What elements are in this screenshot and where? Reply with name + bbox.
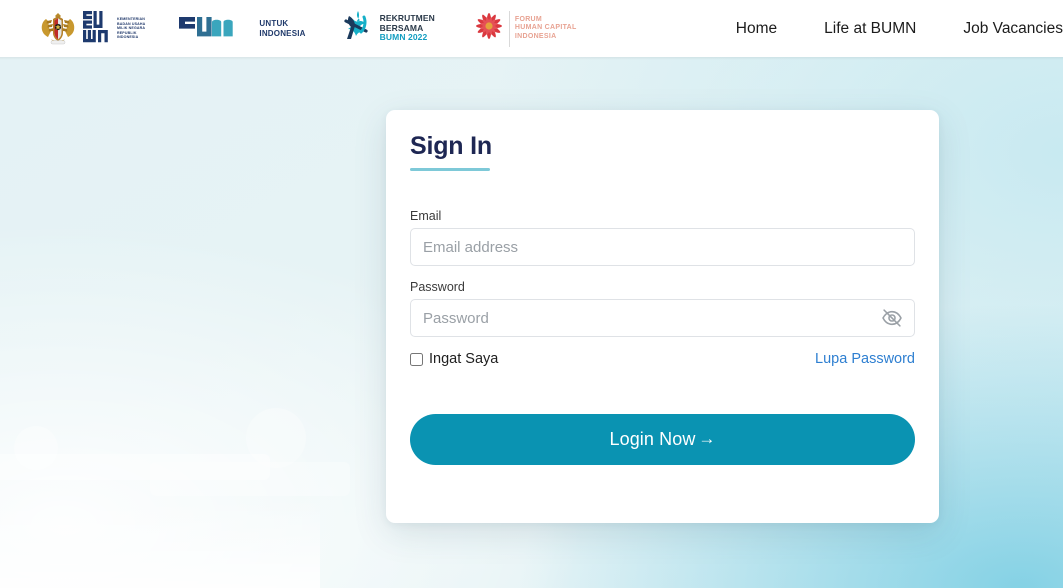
forum-human-capital-indonesia-logo[interactable]: FORUM HUMAN CAPITAL INDONESIA xyxy=(469,6,577,51)
rekrutmen-bersama-bumn-logo[interactable]: REKRUTMEN BERSAMA BUMN 2022 xyxy=(340,9,435,48)
fhci-indonesia-line: INDONESIA xyxy=(514,32,557,40)
rekrutmen-caption: REKRUTMEN BERSAMA BUMN 2022 xyxy=(380,14,435,43)
rekrutmen-star-icon xyxy=(340,9,374,48)
background-decoration-bar-2 xyxy=(150,462,350,496)
password-field[interactable] xyxy=(410,299,915,337)
email-label: Email xyxy=(410,209,442,223)
login-button-label: Login Now xyxy=(609,429,696,449)
fhci-caption: FORUM HUMAN CAPITAL INDONESIA xyxy=(515,16,577,42)
login-page: KEMENTERIAN BADAN USAHA MILIK NEGARA REPUBL… xyxy=(0,0,1063,588)
header-shadow xyxy=(0,57,1063,60)
fhci-flower-icon xyxy=(469,6,509,51)
bumn-2022-line: BUMN 2022 xyxy=(379,32,428,43)
sign-in-card: Sign In Email Password xyxy=(386,110,939,523)
remember-me-label[interactable]: Ingat Saya xyxy=(429,351,498,367)
login-button[interactable]: Login Now → xyxy=(410,414,915,465)
human-capital-line: HUMAN CAPITAL xyxy=(514,24,577,32)
page-title: Sign In xyxy=(410,132,492,160)
site-header: KEMENTERIAN BADAN USAHA MILIK NEGARA REPUBL… xyxy=(0,0,1063,57)
email-field[interactable] xyxy=(410,228,915,266)
form-options-row: Ingat Saya Lupa Password xyxy=(410,351,915,367)
nav-item-job-vacancies[interactable]: Job Vacancies xyxy=(963,20,1063,38)
nav-item-home[interactable]: Home xyxy=(736,20,777,38)
nav-item-life-at-bumn[interactable]: Life at BUMN xyxy=(824,20,916,38)
kemenbumn-caption: KEMENTERIAN BADAN USAHA MILIK NEGARA REPUBL… xyxy=(117,17,146,40)
forgot-password-link[interactable]: Lupa Password xyxy=(815,351,915,367)
eye-off-icon[interactable] xyxy=(879,305,905,331)
field-spacer xyxy=(410,266,915,280)
password-input-wrap xyxy=(410,299,915,337)
fhci-divider xyxy=(508,10,510,47)
sign-in-form: Email Password xyxy=(410,171,915,465)
bumn-untuk-indonesia-caption: UNTUK INDONESIA xyxy=(259,19,305,38)
main-navigation: Home Life at BUMN Job Vacancies xyxy=(736,20,1063,38)
bumn-wordmark xyxy=(83,9,113,48)
background-decoration-glow xyxy=(0,498,320,588)
card-title-wrap: Sign In xyxy=(410,110,915,171)
bumn-untuk-indonesia-wordmark xyxy=(179,16,255,42)
untuk-line: UNTUK xyxy=(259,19,289,28)
forum-line: FORUM xyxy=(514,15,543,23)
logo-group: KEMENTERIAN BADAN USAHA MILIK NEGARA REPUBL… xyxy=(0,6,577,51)
indonesia-line: INDONESIA xyxy=(259,28,306,38)
remember-me-wrap[interactable]: Ingat Saya xyxy=(410,351,498,367)
remember-me-checkbox[interactable] xyxy=(410,352,423,366)
garuda-pancasila-emblem xyxy=(38,10,78,48)
bumn-untuk-indonesia-logo[interactable]: UNTUK INDONESIA xyxy=(179,16,305,42)
password-label: Password xyxy=(410,280,465,294)
kemenbumn-logo[interactable]: KEMENTERIAN BADAN USAHA MILIK NEGARA REPUBL… xyxy=(38,9,145,48)
email-input-wrap xyxy=(410,228,915,266)
background-decoration-circle-2 xyxy=(14,426,58,470)
arrow-right-icon: → xyxy=(698,429,716,448)
background-decoration-circle-1 xyxy=(246,408,306,468)
